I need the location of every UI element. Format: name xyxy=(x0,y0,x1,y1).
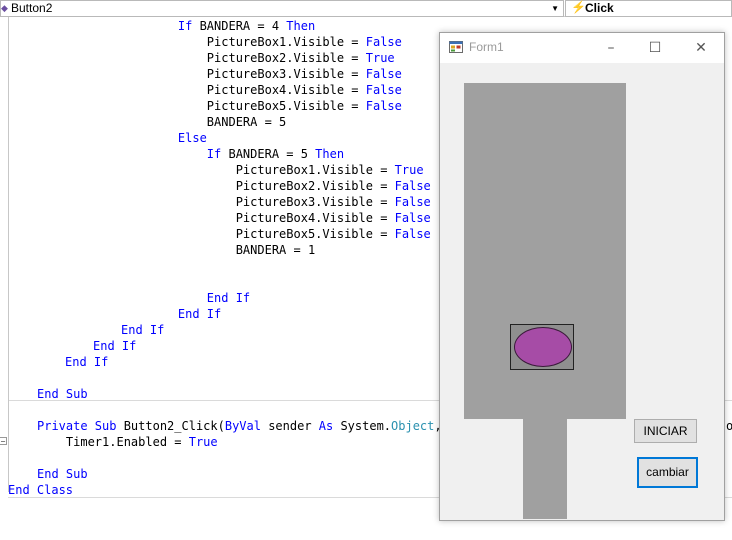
code-token: ByVal xyxy=(224,419,261,433)
code-line: PictureBox2.Visible = True xyxy=(149,50,395,66)
code-line: End If xyxy=(149,306,221,322)
code-token: BANDERA = 5 xyxy=(221,147,316,161)
code-line: PictureBox3.Visible = False xyxy=(149,194,431,210)
code-line: BANDERA = 5 xyxy=(149,114,286,130)
code-token: False xyxy=(365,83,402,97)
code-token: PictureBox1.Visible = xyxy=(149,163,395,177)
code-token: End Class xyxy=(8,483,74,497)
code-token: Timer1.Enabled = xyxy=(37,435,189,449)
event-lightning-icon: ⚡ xyxy=(571,0,586,14)
form-app-icon xyxy=(449,41,463,53)
code-token: PictureBox3.Visible = xyxy=(149,67,366,81)
code-line: End If xyxy=(121,322,164,338)
code-editor-navigation-bar: ◆ Button2 ▼ ⚡ Click xyxy=(0,0,732,17)
minimize-button[interactable]: – xyxy=(596,37,626,59)
code-token: BANDERA = 4 xyxy=(192,19,287,33)
code-line: PictureBox4.Visible = False xyxy=(149,210,431,226)
code-token: BANDERA = 5 xyxy=(149,115,287,129)
code-token: PictureBox2.Visible = xyxy=(149,179,395,193)
code-token: PictureBox2.Visible = xyxy=(149,51,366,65)
code-token: End If xyxy=(177,307,222,321)
code-token: False xyxy=(365,67,402,81)
code-token: PictureBox3.Visible = xyxy=(149,195,395,209)
code-token: End Sub xyxy=(37,387,88,401)
window-title: Form1 xyxy=(469,40,504,54)
class-member-icon: ◆ xyxy=(1,3,8,13)
code-token: End Sub xyxy=(37,467,88,481)
code-line: Private Sub Button2_Click(ByVal sender A… xyxy=(37,418,456,434)
maximize-button[interactable]: ☐ xyxy=(640,37,670,59)
code-token: PictureBox1.Visible = xyxy=(149,35,366,49)
code-token: False xyxy=(365,99,402,113)
code-token: If xyxy=(206,147,222,161)
code-token: sender xyxy=(260,419,319,433)
chevron-down-icon[interactable]: ▼ xyxy=(551,1,559,16)
event-selector[interactable]: ⚡ Click xyxy=(565,0,732,17)
code-line: PictureBox5.Visible = False xyxy=(149,98,402,114)
code-token: Private Sub xyxy=(37,419,117,433)
code-token: Then xyxy=(315,147,345,161)
code-token: True xyxy=(365,51,395,65)
editor-gutter-line xyxy=(8,17,9,492)
code-token: End If xyxy=(121,323,165,337)
code-line: End Class xyxy=(8,482,73,498)
close-button[interactable]: ✕ xyxy=(686,37,716,59)
window-title-bar[interactable]: Form1 – ☐ ✕ xyxy=(440,33,724,63)
cambiar-button[interactable]: cambiar xyxy=(637,457,698,488)
collapse-toggle-icon[interactable]: − xyxy=(0,437,7,446)
code-token: True xyxy=(394,163,424,177)
code-line: PictureBox5.Visible = False xyxy=(149,226,431,242)
code-line: Timer1.Enabled = True xyxy=(37,434,218,450)
code-line: Else xyxy=(149,130,207,146)
code-line: If BANDERA = 4 Then xyxy=(149,18,315,34)
code-line: PictureBox2.Visible = False xyxy=(149,178,431,194)
code-token: False xyxy=(394,211,431,225)
form1-window[interactable]: Form1 – ☐ ✕ INICIAR cambiar xyxy=(439,32,725,521)
code-token: Else xyxy=(177,131,207,145)
form-client-area: INICIAR cambiar xyxy=(440,63,724,520)
code-token: Object xyxy=(391,419,435,433)
object-selector-value: Button2 xyxy=(11,1,53,15)
code-line: End If xyxy=(93,338,136,354)
code-line: End Sub xyxy=(37,466,88,482)
code-token: PictureBox5.Visible = xyxy=(149,99,366,113)
code-line: If BANDERA = 5 Then xyxy=(149,146,344,162)
code-token: False xyxy=(394,179,431,193)
code-line: PictureBox1.Visible = False xyxy=(149,34,402,50)
code-token: Button2_Click( xyxy=(116,419,225,433)
event-selector-value: Click xyxy=(585,1,614,15)
code-token: False xyxy=(394,227,431,241)
code-token: True xyxy=(188,435,218,449)
code-token: False xyxy=(394,195,431,209)
traffic-light-pole xyxy=(523,419,567,519)
code-line: End If xyxy=(65,354,108,370)
code-token: PictureBox4.Visible = xyxy=(149,211,395,225)
iniciar-button[interactable]: INICIAR xyxy=(634,419,697,443)
code-line: PictureBox4.Visible = False xyxy=(149,82,402,98)
code-token: System. xyxy=(333,419,392,433)
code-line: BANDERA = 1 xyxy=(149,242,315,258)
code-token: If xyxy=(177,19,193,33)
code-line: PictureBox1.Visible = True xyxy=(149,162,424,178)
code-token: As xyxy=(318,419,334,433)
code-token: BANDERA = 1 xyxy=(149,243,316,257)
code-line: End If xyxy=(149,290,250,306)
code-token: PictureBox4.Visible = xyxy=(149,83,366,97)
code-token: PictureBox5.Visible = xyxy=(149,227,395,241)
code-token: False xyxy=(365,35,402,49)
code-token: End If xyxy=(206,291,251,305)
purple-light-icon xyxy=(514,327,572,367)
code-token: End If xyxy=(93,339,137,353)
code-token: End If xyxy=(65,355,109,369)
code-token: Then xyxy=(286,19,316,33)
object-selector[interactable]: ◆ Button2 ▼ xyxy=(0,0,564,17)
code-overflow-text: o xyxy=(726,419,732,433)
code-line: PictureBox3.Visible = False xyxy=(149,66,402,82)
picturebox-light xyxy=(510,324,574,370)
